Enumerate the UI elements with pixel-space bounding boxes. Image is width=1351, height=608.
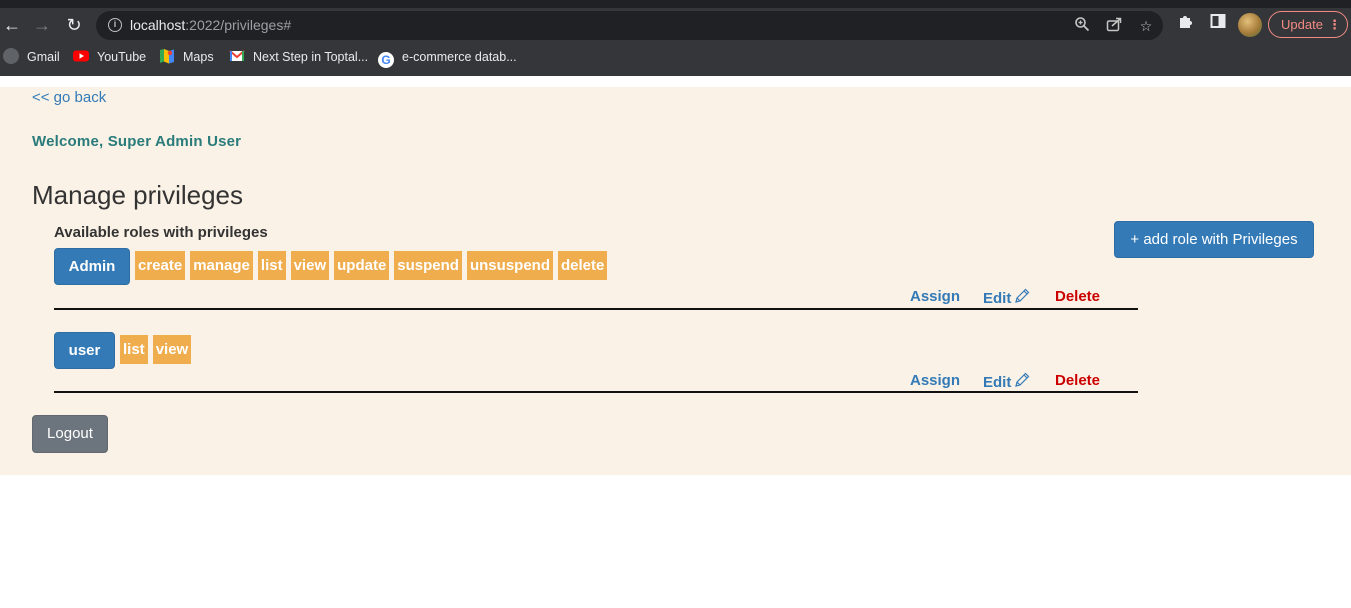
bookmark-label: Maps — [183, 50, 214, 64]
edit-label: Edit — [983, 290, 1012, 307]
update-button[interactable]: Update ⋮ — [1268, 11, 1348, 38]
bookmark-label: Next Step in Toptal... — [253, 50, 369, 64]
youtube-icon — [73, 48, 89, 64]
site-info-icon[interactable]: i — [108, 18, 122, 32]
go-back-link[interactable]: << go back — [32, 89, 106, 106]
profile-avatar[interactable] — [1238, 13, 1262, 37]
privilege-badge: delete — [558, 251, 608, 280]
bookmark-ecommerce[interactable]: Ge-commerce datab... — [378, 48, 517, 68]
url-path: :2022/privileges# — [185, 17, 292, 33]
tab-strip — [0, 0, 1351, 8]
back-arrow-icon[interactable]: ← — [0, 13, 24, 37]
role-button-admin[interactable]: Admin — [54, 248, 130, 285]
bookmark-maps[interactable]: Maps — [159, 48, 214, 66]
divider — [54, 391, 1138, 393]
divider — [54, 308, 1138, 310]
role-button-user[interactable]: user — [54, 332, 115, 369]
welcome-message: Welcome, Super Admin User — [32, 133, 242, 150]
extensions-puzzle-icon[interactable] — [1175, 13, 1197, 37]
share-icon[interactable] — [1104, 16, 1124, 36]
edit-label: Edit — [983, 374, 1012, 391]
logout-button[interactable]: Logout — [32, 415, 108, 453]
bookmark-star-icon[interactable]: ☆ — [1136, 16, 1156, 36]
side-panel-icon[interactable] — [1207, 13, 1229, 37]
privilege-badge: view — [290, 251, 330, 280]
privilege-badge: update — [334, 251, 390, 280]
privilege-badge: list — [120, 335, 148, 364]
url-text[interactable]: localhost:2022/privileges# — [130, 17, 291, 33]
bookmark-youtube[interactable]: YouTube — [73, 48, 146, 66]
zoom-icon[interactable] — [1072, 16, 1092, 36]
bookmark-label: e-commerce datab... — [402, 50, 517, 64]
bookmark-gmail[interactable]: Gmail — [3, 48, 60, 66]
privilege-badge: create — [135, 251, 186, 280]
delete-link[interactable]: Delete — [1055, 288, 1100, 305]
update-label: Update — [1281, 17, 1323, 32]
privilege-badge: suspend — [394, 251, 462, 280]
edit-link[interactable]: Edit — [983, 372, 1030, 391]
gmail-icon — [229, 48, 245, 64]
bookmarks-bar: Gmail YouTube Maps Next Step in Toptal..… — [0, 44, 1351, 70]
forward-arrow-icon[interactable]: → — [30, 13, 54, 37]
address-bar[interactable]: i localhost:2022/privileges# ☆ — [96, 11, 1163, 40]
page-content: << go back Welcome, Super Admin User Man… — [0, 87, 1351, 475]
privilege-badge: manage — [190, 251, 253, 280]
assign-link[interactable]: Assign — [910, 372, 960, 389]
add-role-button[interactable]: + add role with Privileges — [1114, 221, 1314, 258]
section-subtitle: Available roles with privileges — [54, 224, 268, 241]
privilege-badge: list — [257, 251, 286, 280]
google-icon: G — [378, 52, 394, 68]
pencil-icon — [1014, 372, 1030, 388]
privilege-list: create manage list view update suspend u… — [135, 251, 608, 280]
privilege-badge: view — [152, 335, 192, 364]
url-host: localhost — [130, 17, 186, 33]
maps-icon — [159, 48, 175, 64]
globe-icon — [3, 48, 19, 64]
edit-link[interactable]: Edit — [983, 288, 1030, 307]
bookmark-next-step[interactable]: Next Step in Toptal... — [229, 48, 368, 66]
browser-chrome: ← → ↻ i localhost:2022/privileges# ☆ Upd… — [0, 0, 1351, 76]
bookmark-label: YouTube — [97, 50, 147, 64]
more-menu-icon[interactable]: ⋮ — [1328, 12, 1341, 37]
page-title: Manage privileges — [32, 180, 244, 210]
delete-link[interactable]: Delete — [1055, 372, 1100, 389]
pencil-icon — [1014, 288, 1030, 304]
assign-link[interactable]: Assign — [910, 288, 960, 305]
privilege-badge: unsuspend — [466, 251, 553, 280]
reload-icon[interactable]: ↻ — [62, 13, 86, 37]
browser-toolbar: ← → ↻ i localhost:2022/privileges# ☆ Upd… — [0, 8, 1351, 42]
bookmark-label: Gmail — [27, 50, 60, 64]
privilege-list: list view — [120, 335, 192, 364]
